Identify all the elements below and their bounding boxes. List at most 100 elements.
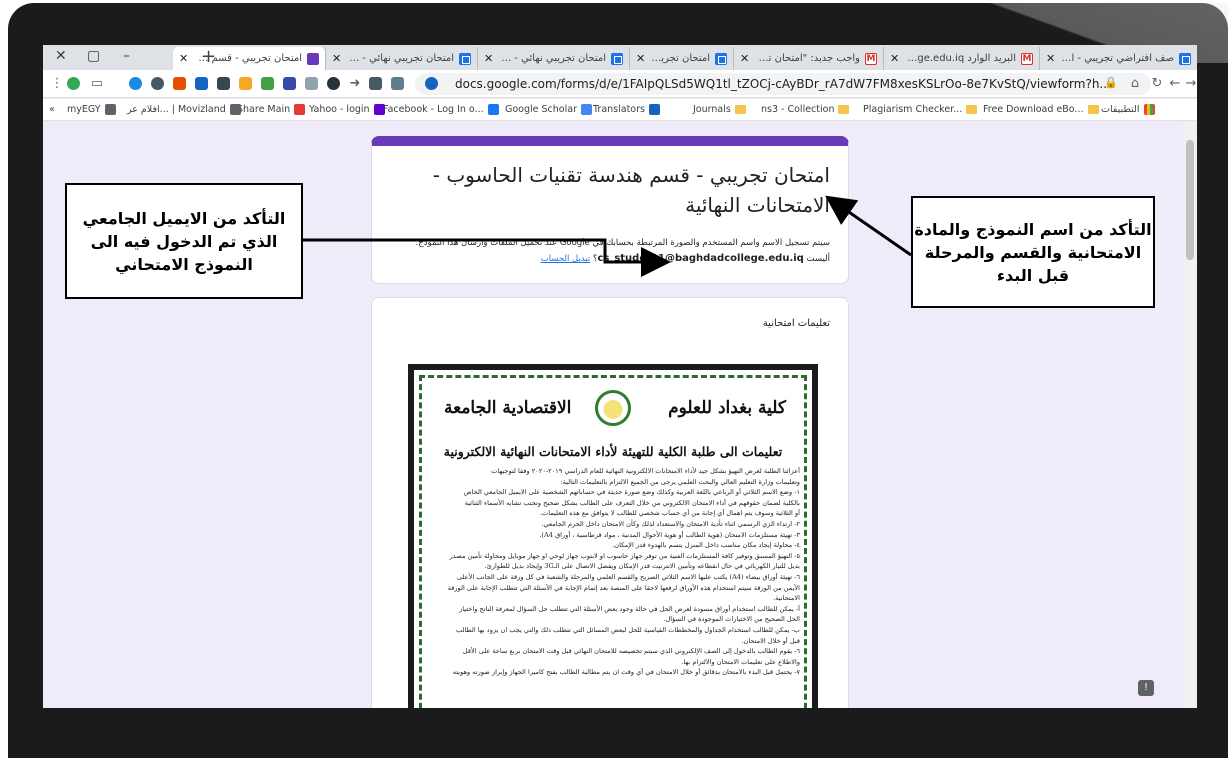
bookmark-item[interactable]: افلام عر... | Movizland [127,104,241,115]
bookmark-label: التطبيقات [1101,104,1140,115]
tab-close-icon[interactable]: ✕ [890,52,899,65]
qr-icon[interactable] [217,77,230,90]
browser-tab[interactable]: صف افتراضي تجريبي - امتحان ✕ [1039,47,1197,70]
bookmark-item[interactable]: Translators [593,104,660,115]
instruction-line: ١- وضع الاسم الثلاثي أو الرباعي باللغة ا… [463,488,800,497]
extension-icon[interactable] [425,77,438,90]
extension-icon[interactable] [305,77,318,90]
site-favicon-icon [104,104,116,115]
bookmark-item[interactable]: Free Download eBo... [983,104,1099,115]
extension-icon[interactable] [173,77,186,90]
browser-tab[interactable]: M واجب جديد: "امتحان تجريبي نها ✕ [733,47,883,70]
cast-icon[interactable]: ▭ [89,75,105,91]
tab-title: امتحان تجريبي نهائي - قسم هـ [499,53,606,64]
extension-icon[interactable] [195,77,208,90]
bookmark-label: Yahoo - login [309,104,370,115]
instruction-line: الحل الصحيح من الاختيارات الموجودة في ال… [663,615,800,624]
tab-close-icon[interactable]: ✕ [179,52,188,65]
college-name: كلية بغداد للعلوم [668,398,786,418]
tab-title: البريد الوارد Dadcollege.edu.iq [905,53,1016,64]
tab-title: امتحان تجريبي نها [651,53,710,64]
extension-icon[interactable] [391,77,404,90]
bookmark-label: myEGY [67,104,101,115]
google-forms-icon [611,52,623,65]
extension-icon[interactable] [151,77,164,90]
reload-icon[interactable]: ↻ [1149,75,1165,91]
bookmark-label: Free Download eBo... [983,104,1084,115]
lock-icon: 🔒 [1104,75,1118,89]
bookmark-item[interactable]: التطبيقات [1101,104,1155,115]
forward-icon[interactable]: ← [1167,75,1183,91]
bookmark-item[interactable]: Share Main [237,104,306,115]
back-icon[interactable]: → [1183,75,1197,91]
instruction-line: ٧- يحتمل قبل البدء بالامتحان بدقائق أو خ… [452,668,800,677]
browser-tab[interactable]: امتحان تجريبي نهائي - قسم هـ ✕ [477,47,629,70]
bookmark-label: Translators [593,104,645,115]
bookmark-item[interactable]: Journals [693,104,746,115]
browser-tab[interactable]: امتحان تجريبي - قسم هندسة ت✕ [173,47,325,70]
instruction-line: أو الثلاثية وسوف يتم اهمال أي إجابة من أ… [539,509,800,518]
bookmark-label: ns3 - Collection [761,104,835,115]
form-description-card: تعليمات امتحانية كلية بغداد للعلوم الاقت… [371,297,849,708]
switch-account-link[interactable]: تبديل الحساب [541,254,591,264]
tab-title: امتحان تجريبي نهائي - قسم هـ [347,53,454,64]
college-type: الاقتصادية الجامعة [444,398,572,418]
profile-avatar-icon[interactable] [67,77,80,90]
browser-tab[interactable]: امتحان تجريبي نهائي - قسم هـ ✕ [325,47,477,70]
bookmarks-bar: « التطبيقات Free Download eBo... Plagiaris… [43,99,1197,121]
new-tab-button[interactable]: + [201,46,216,67]
extension-icon[interactable] [261,77,274,90]
browser-tab[interactable]: M البريد الوارد Dadcollege.edu.iq ✕ [883,47,1039,70]
instruction-line: ٦- يقوم الطالب بالدخول إلى الصف الإلكترو… [462,647,800,656]
callout-form-name-text: التأكد من اسم النموذج والمادة الامتحانية… [914,219,1152,285]
tab-close-icon[interactable]: ✕ [1046,52,1055,65]
extension-icon[interactable] [327,77,340,90]
instructions-heading: تعليمات الى طلبة الكلية للتهيئة لأداء ال… [443,444,783,459]
bookmark-item[interactable]: Yahoo - login [309,104,385,115]
instruction-line: أعزائنا الطلبة لغرض التهيؤ بشكل جيد لأدا… [491,467,800,475]
folder-icon [838,105,850,114]
instruction-line: ٥- التهيؤ المسبق وتوفير كافة المستلزمات … [449,551,800,560]
bookmark-item[interactable]: ns3 - Collection [761,104,850,115]
home-icon[interactable]: ⌂ [1127,75,1143,91]
window-maximize-icon[interactable]: ▢ [87,48,100,64]
extension-icon[interactable] [369,77,382,90]
extension-icon[interactable] [283,77,296,90]
google-forms-icon [459,52,471,65]
instruction-line: والاطلاع على تعليمات الامتحان والالتزام … [681,657,800,666]
description-label: تعليمات امتحانية [762,318,830,329]
bookmark-item[interactable]: myEGY [67,104,116,115]
scrollbar-thumb[interactable] [1186,140,1194,260]
window-minimize-icon[interactable]: – [123,48,130,64]
instruction-line: ٦- تهيئة أوراق بيضاء (A4) يكتب عليها الا… [457,572,800,581]
apps-grid-icon [1143,104,1155,115]
google-forms-icon [1179,52,1191,65]
bookmarks-overflow-icon[interactable]: « [49,104,55,115]
browser-tab[interactable]: امتحان تجريبي نها ✕ [629,47,733,70]
page-scrollbar[interactable] [1183,122,1197,708]
bookmark-item[interactable]: Google Scholar [505,104,592,115]
bookmark-label: Journals [693,104,731,115]
account-notice: سيتم تسجيل الاسم واسم المستخدم والصورة ا… [390,236,830,267]
site-favicon-icon [229,104,241,115]
menu-dots-icon[interactable]: ⋮ [49,75,65,91]
tab-close-icon[interactable]: ✕ [484,52,493,65]
instruction-line: ٤- محاولة إيجاد مكان مناسب داخل المنزل ي… [612,541,800,550]
tab-close-icon[interactable]: ✕ [636,52,645,65]
bookmark-item[interactable]: Facebook - Log In o... [383,104,499,115]
report-issue-icon[interactable]: ! [1138,680,1154,696]
google-forms-icon [307,52,319,65]
window-close-icon[interactable]: ✕ [55,48,67,64]
extension-icon[interactable] [129,77,142,90]
bookmark-label: Plagiarism Checker... [863,104,963,115]
tab-close-icon[interactable]: ✕ [740,52,749,65]
share-icon[interactable]: ➜ [347,75,363,91]
bookmark-item[interactable]: Plagiarism Checker... [863,104,978,115]
bookmark-label: Google Scholar [505,104,577,115]
instruction-line: بالكلية لضمان حقوقهم في أداء الامتحان ال… [464,498,800,507]
instruction-line: بديل للتيار الكهربائي في حال انقطاعه وتأ… [484,562,800,571]
tab-close-icon[interactable]: ✕ [332,52,341,65]
tab-title: واجب جديد: "امتحان تجريبي نها [755,53,860,64]
extension-icon[interactable] [239,77,252,90]
site-favicon-icon [580,104,592,115]
